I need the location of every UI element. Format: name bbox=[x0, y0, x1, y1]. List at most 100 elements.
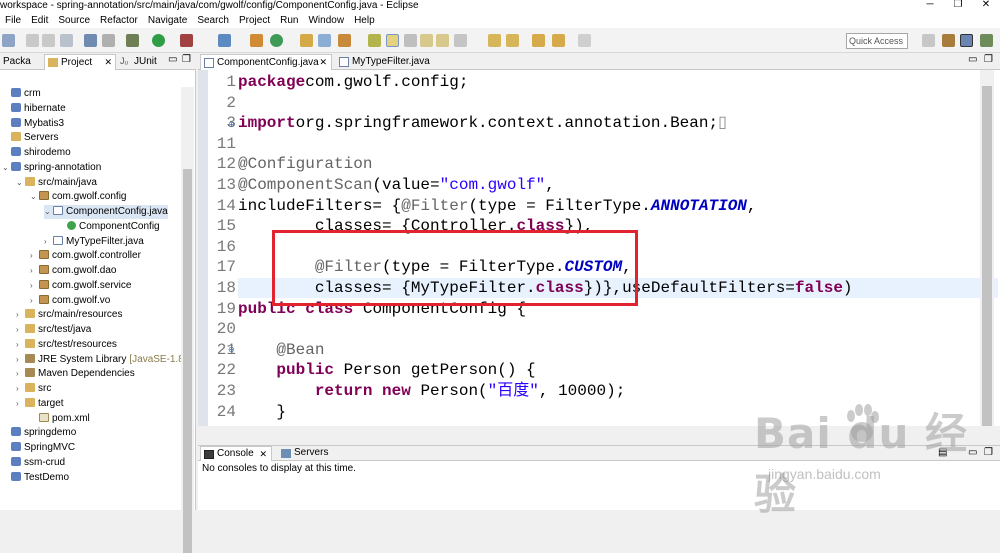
tree-item[interactable]: shirodemo bbox=[2, 146, 71, 160]
tree-item[interactable]: crm bbox=[2, 87, 41, 101]
tab-mytypefilter-java[interactable]: MyTypeFilter.java bbox=[336, 54, 438, 70]
tree-item[interactable]: › Maven Dependencies bbox=[16, 367, 135, 381]
close-icon[interactable]: ✕ bbox=[319, 55, 327, 70]
next-annotation-icon[interactable] bbox=[488, 34, 501, 47]
collapsed-arrow-icon[interactable]: › bbox=[16, 397, 25, 411]
fold-expand-icon[interactable]: ⊕ bbox=[228, 120, 235, 129]
collapsed-arrow-icon[interactable]: › bbox=[30, 249, 39, 263]
menu-refactor[interactable]: Refactor bbox=[95, 15, 143, 26]
tree-item[interactable]: ComponentConfig bbox=[58, 220, 160, 234]
collapsed-arrow-icon[interactable]: › bbox=[16, 353, 25, 367]
tree-item[interactable]: SpringMVC bbox=[2, 441, 75, 455]
menu-search[interactable]: Search bbox=[192, 15, 234, 26]
close-icon[interactable]: ✕ bbox=[259, 447, 267, 461]
expanded-arrow-icon[interactable]: ⌄ bbox=[30, 190, 39, 204]
tree-item[interactable]: › com.gwolf.dao bbox=[30, 264, 116, 278]
new-class-icon[interactable] bbox=[270, 34, 283, 47]
tree-item[interactable]: › target bbox=[16, 397, 64, 411]
search-task-icon[interactable] bbox=[338, 34, 351, 47]
code-line[interactable]: public Person getPerson() { bbox=[238, 360, 535, 380]
menu-file[interactable]: File bbox=[0, 15, 26, 26]
explorer-scrollbar-thumb[interactable] bbox=[183, 169, 192, 553]
show-source-icon[interactable] bbox=[454, 34, 467, 47]
fold-collapse-icon[interactable]: ⊖ bbox=[228, 345, 235, 354]
tree-item[interactable]: ⌄ com.gwolf.config bbox=[30, 190, 126, 204]
java-ee-perspective-icon[interactable] bbox=[942, 34, 955, 47]
tree-item[interactable]: ⌄ ComponentConfig.java bbox=[44, 205, 168, 219]
collapsed-arrow-icon[interactable]: › bbox=[16, 338, 25, 352]
save-icon[interactable] bbox=[26, 34, 39, 47]
collapsed-arrow-icon[interactable]: › bbox=[16, 323, 25, 337]
tree-item[interactable]: › com.gwolf.vo bbox=[30, 294, 110, 308]
show-whitespace-icon[interactable] bbox=[436, 34, 449, 47]
back-icon[interactable] bbox=[552, 34, 565, 47]
menu-help[interactable]: Help bbox=[349, 15, 380, 26]
tab-servers[interactable]: Servers bbox=[278, 446, 338, 461]
previous-annotation-icon[interactable] bbox=[506, 34, 519, 47]
expanded-arrow-icon[interactable]: ⌄ bbox=[44, 205, 53, 219]
tree-item[interactable]: hibernate bbox=[2, 102, 66, 116]
maximize-editor-icon[interactable]: ❐ bbox=[984, 54, 993, 65]
code-line[interactable]: importorg.springframework.context.annota… bbox=[238, 113, 727, 133]
code-line[interactable]: packagecom.gwolf.config; bbox=[238, 72, 468, 92]
run-icon[interactable] bbox=[152, 34, 165, 47]
expanded-arrow-icon[interactable]: ⌄ bbox=[16, 176, 25, 190]
menu-source[interactable]: Source bbox=[53, 15, 95, 26]
debug-icon[interactable] bbox=[126, 34, 139, 47]
block-select-icon[interactable] bbox=[420, 34, 433, 47]
tree-item[interactable]: › MyTypeFilter.java bbox=[44, 235, 144, 249]
editor-scrollbar[interactable] bbox=[980, 70, 994, 426]
close-icon[interactable]: ✕ bbox=[972, 0, 1000, 12]
minimize-editor-icon[interactable]: ▭ bbox=[968, 54, 977, 65]
maximize-view-icon[interactable]: ❐ bbox=[182, 54, 191, 65]
open-task-icon[interactable] bbox=[318, 34, 331, 47]
new-java-project-icon[interactable] bbox=[250, 34, 263, 47]
tree-item[interactable]: Servers bbox=[2, 131, 58, 145]
code-line[interactable]: } bbox=[238, 402, 286, 422]
mark-occurrences-icon[interactable] bbox=[368, 34, 381, 47]
minimize-view-icon[interactable]: ▭ bbox=[168, 54, 177, 65]
tree-item[interactable]: › src/test/resources bbox=[16, 338, 117, 352]
tree-item[interactable]: ssm-crud bbox=[2, 456, 65, 470]
code-line[interactable]: return new Person("百度", 10000); bbox=[238, 381, 625, 401]
menu-run[interactable]: Run bbox=[275, 15, 303, 26]
collapsed-arrow-icon[interactable]: › bbox=[30, 264, 39, 278]
collapsed-arrow-icon[interactable]: › bbox=[44, 235, 53, 249]
tree-item[interactable]: › src/test/java bbox=[16, 323, 91, 337]
word-wrap-icon[interactable] bbox=[404, 34, 417, 47]
tab-package-explorer[interactable]: Packa bbox=[0, 54, 42, 70]
menu-edit[interactable]: Edit bbox=[26, 15, 53, 26]
quick-access-input[interactable]: Quick Access bbox=[846, 33, 908, 49]
print-icon[interactable] bbox=[60, 34, 73, 47]
tab-componentconfig-java[interactable]: ComponentConfig.java ✕ bbox=[200, 54, 332, 70]
expanded-arrow-icon[interactable]: ⌄ bbox=[2, 161, 11, 175]
terminal-icon[interactable] bbox=[84, 34, 97, 47]
close-icon[interactable]: ✕ bbox=[104, 55, 112, 70]
minimize-icon[interactable]: ─ bbox=[916, 0, 944, 12]
forward-icon[interactable] bbox=[578, 34, 591, 47]
explorer-scrollbar[interactable] bbox=[181, 87, 194, 553]
tree-item[interactable]: › com.gwolf.service bbox=[30, 279, 131, 293]
tree-item[interactable]: Mybatis3 bbox=[2, 117, 64, 131]
tab-project-explorer[interactable]: Project ✕ bbox=[44, 54, 116, 70]
open-type-icon[interactable] bbox=[300, 34, 313, 47]
collapsed-arrow-icon[interactable]: › bbox=[30, 294, 39, 308]
maximize-icon[interactable]: ❐ bbox=[944, 0, 972, 12]
tree-item[interactable]: TestDemo bbox=[2, 471, 69, 485]
external-tools-icon[interactable] bbox=[180, 34, 193, 47]
search-icon[interactable] bbox=[218, 34, 231, 47]
tree-item[interactable]: ⌄ spring-annotation bbox=[2, 161, 101, 175]
debug-perspective-icon[interactable] bbox=[980, 34, 993, 47]
code-line[interactable]: @ComponentScan(value="com.gwolf", bbox=[238, 175, 555, 195]
collapsed-arrow-icon[interactable]: › bbox=[16, 308, 25, 322]
code-line[interactable]: @Bean bbox=[238, 340, 324, 360]
tree-item[interactable]: › JRE System Library [JavaSE-1.8] bbox=[16, 353, 187, 367]
tree-item[interactable]: › src bbox=[16, 382, 51, 396]
last-edit-icon[interactable] bbox=[532, 34, 545, 47]
toggle-icon[interactable] bbox=[102, 34, 115, 47]
menu-navigate[interactable]: Navigate bbox=[143, 15, 192, 26]
editor-scrollbar-thumb[interactable] bbox=[982, 86, 992, 426]
save-all-icon[interactable] bbox=[42, 34, 55, 47]
code-line[interactable]: includeFilters= {@Filter(type = FilterTy… bbox=[238, 196, 757, 216]
tree-item[interactable]: › com.gwolf.controller bbox=[30, 249, 141, 263]
